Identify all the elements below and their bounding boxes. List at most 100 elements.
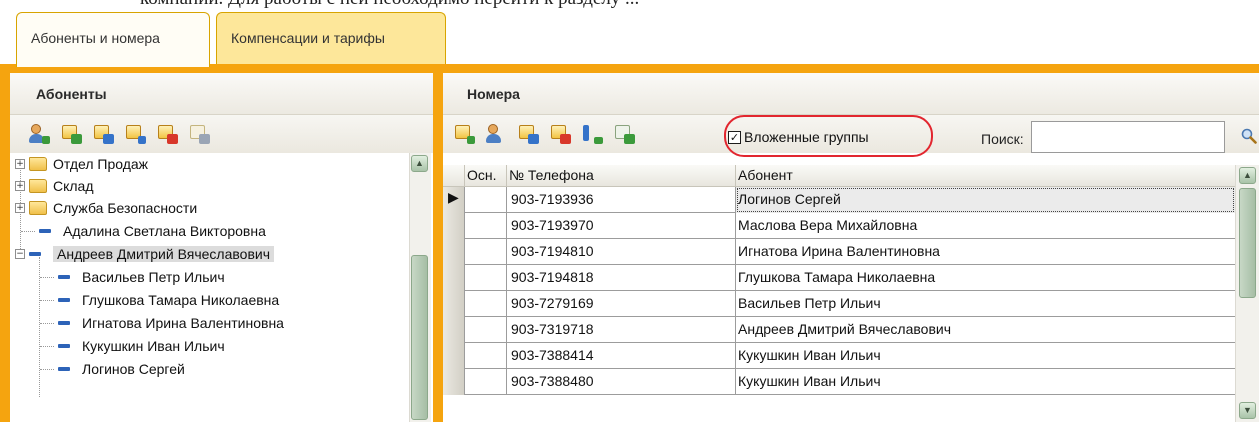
checkbox-checked-icon[interactable]: ✓ [728,130,741,144]
cell-subscriber[interactable]: Глушкова Тамара Николаевна [736,265,1235,291]
cell-subscriber[interactable]: Кукушкин Иван Ильич [736,369,1235,395]
cell-subscriber[interactable]: Кукушкин Иван Ильич [736,343,1235,369]
table-row[interactable]: 903-7193970 Маслова Вера Михайловна [443,213,1235,239]
subscriber-icon [58,275,70,279]
row-selector[interactable] [443,265,465,291]
cell-phone[interactable]: 903-7319718 [507,317,736,343]
tree-item[interactable]: + Служба Безопасности [15,197,197,219]
edit-icon[interactable] [92,123,114,145]
collapse-icon[interactable]: − [15,249,25,259]
row-selector-header [443,165,465,187]
add-subscriber-icon[interactable] [28,123,50,145]
numbers-panel-title: Номера [443,73,1259,115]
column-header-main[interactable]: Осн. [465,165,507,187]
subscribers-panel: Абоненты + Отдел Продаж + Склад + Служба… [10,73,433,422]
search-icon[interactable] [1241,128,1257,144]
column-header-phone[interactable]: № Телефона [507,165,736,187]
expand-icon[interactable]: + [15,203,25,213]
cell-phone[interactable]: 903-7279169 [507,291,736,317]
tree-item[interactable]: Игнатова Ирина Валентиновна [40,312,284,334]
table-row[interactable]: 903-7388480 Кукушкин Иван Ильич [443,369,1235,395]
add-group-icon[interactable] [60,123,82,145]
import-icon[interactable] [188,123,210,145]
assign-subscriber-icon[interactable] [485,123,507,145]
scroll-up-icon[interactable]: ▲ [1239,167,1256,184]
tree-item[interactable]: Кукушкин Иван Ильич [40,335,225,357]
table-row[interactable]: 903-7279169 Васильев Петр Ильич [443,291,1235,317]
tree-item[interactable]: Адалина Светлана Викторовна [21,220,266,242]
add-number-icon[interactable] [453,123,475,145]
cell-main[interactable] [465,265,507,291]
tree-item[interactable]: Васильев Петр Ильич [40,266,225,288]
grid-scroll-thumb[interactable] [1239,188,1256,298]
row-selector[interactable]: ▶ [443,187,465,213]
export-excel-icon[interactable] [613,123,635,145]
tree-item[interactable]: Логинов Сергей [40,358,185,380]
scroll-up-icon[interactable]: ▲ [411,155,428,172]
tree-scroll-thumb[interactable] [411,255,428,420]
cell-phone[interactable]: 903-7194810 [507,239,736,265]
table-row[interactable]: 903-7194810 Игнатова Ирина Валентиновна [443,239,1235,265]
cell-phone[interactable]: 903-7193970 [507,213,736,239]
scroll-down-icon[interactable]: ▼ [1239,402,1256,419]
tab-subscribers-numbers[interactable]: Абоненты и номера [16,12,210,67]
subscriber-icon [29,252,41,256]
move-icon[interactable] [124,123,146,145]
search-label: Поиск: [981,131,1024,147]
tree-item[interactable]: + Отдел Продаж [15,153,148,175]
edit-number-icon[interactable] [517,123,539,145]
expand-icon[interactable]: + [15,159,25,169]
row-selector[interactable] [443,291,465,317]
row-selector[interactable] [443,343,465,369]
hierarchy-icon[interactable] [581,123,603,145]
grid-scrollbar[interactable]: ▲ ▼ [1235,165,1259,422]
cell-main[interactable] [465,239,507,265]
tree-scrollbar[interactable]: ▲ [409,153,431,422]
cell-main[interactable] [465,291,507,317]
delete-icon[interactable] [156,123,178,145]
subscriber-icon [39,229,51,233]
delete-number-icon[interactable] [549,123,571,145]
expand-icon[interactable]: + [15,181,25,191]
table-row[interactable]: 903-7388414 Кукушкин Иван Ильич [443,343,1235,369]
tree-item-selected[interactable]: − Андреев Дмитрий Вячеславович [15,243,274,265]
cell-main[interactable] [465,317,507,343]
row-selector[interactable] [443,239,465,265]
row-selector[interactable] [443,317,465,343]
cell-phone[interactable]: 903-7388414 [507,343,736,369]
subscriber-icon [58,298,70,302]
numbers-grid: Осн. № Телефона Абонент ▶ 903-7193936 Логи… [443,165,1235,422]
cell-main[interactable] [465,369,507,395]
cell-subscriber[interactable]: Андреев Дмитрий Вячеславович [736,317,1235,343]
cell-phone[interactable]: 903-7194818 [507,265,736,291]
current-row-icon: ▶ [448,189,459,205]
column-header-subscriber[interactable]: Абонент [736,165,1235,187]
numbers-panel: Номера ✓ Вложенные группы Поиск: Осн. № … [443,73,1259,422]
cell-main[interactable] [465,187,507,213]
subscribers-toolbar [10,115,433,153]
cell-subscriber[interactable]: Игнатова Ирина Валентиновна [736,239,1235,265]
folder-icon [29,201,47,215]
tab-compensations-tariffs[interactable]: Компенсации и тарифы [216,12,446,65]
subscriber-icon [58,321,70,325]
nested-groups-checkbox[interactable]: ✓ Вложенные группы [728,125,869,149]
cell-subscriber[interactable]: Васильев Петр Ильич [736,291,1235,317]
search-input[interactable] [1031,121,1225,153]
table-row[interactable]: ▶ 903-7193936 Логинов Сергей [443,187,1235,213]
subscribers-tree: + Отдел Продаж + Склад + Служба Безопасн… [10,153,406,422]
tree-item[interactable]: + Склад [15,175,94,197]
table-row[interactable]: 903-7194818 Глушкова Тамара Николаевна [443,265,1235,291]
folder-icon [29,157,47,171]
cell-phone[interactable]: 903-7388480 [507,369,736,395]
subscriber-icon [58,367,70,371]
row-selector[interactable] [443,369,465,395]
cell-main[interactable] [465,343,507,369]
row-selector[interactable] [443,213,465,239]
cell-subscriber[interactable]: Маслова Вера Михайловна [736,213,1235,239]
cell-phone[interactable]: 903-7193936 [507,187,736,213]
cell-main[interactable] [465,213,507,239]
subscribers-panel-title: Абоненты [10,73,433,115]
table-row[interactable]: 903-7319718 Андреев Дмитрий Вячеславович [443,317,1235,343]
tree-item[interactable]: Глушкова Тамара Николаевна [40,289,279,311]
cell-subscriber[interactable]: Логинов Сергей [736,187,1235,213]
